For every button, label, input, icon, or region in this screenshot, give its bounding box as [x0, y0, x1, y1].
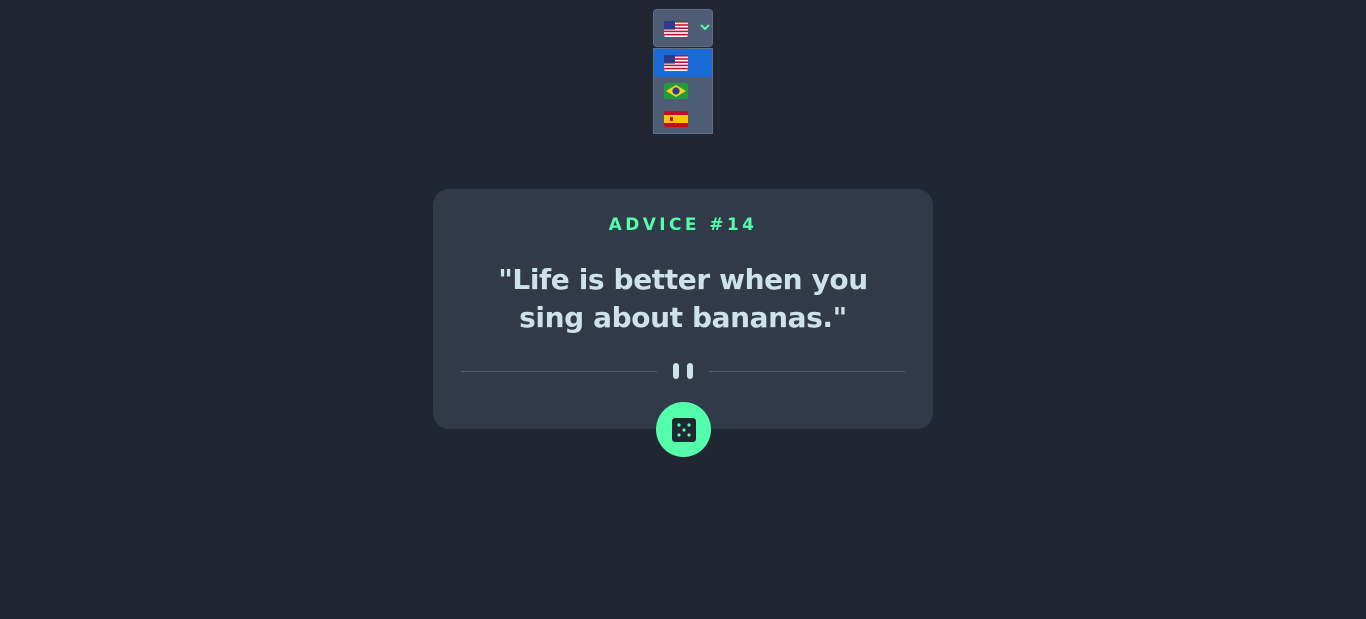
page: ADVICE #14 "Life is better when you sing… [0, 0, 1366, 619]
language-option-pt-br[interactable] [654, 77, 712, 105]
us-flag-icon [664, 55, 688, 71]
dice-icon [671, 417, 696, 442]
advice-card: ADVICE #14 "Life is better when you sing… [433, 189, 933, 429]
divider-line-right [709, 371, 905, 372]
advice-quote: "Life is better when you sing about bana… [498, 263, 868, 334]
divider-line-left [461, 371, 657, 372]
language-dropdown-menu [653, 48, 713, 134]
language-option-es-es[interactable] [654, 105, 712, 133]
new-advice-dice-button[interactable] [656, 402, 711, 457]
spain-flag-icon [664, 111, 688, 127]
us-flag-icon [664, 21, 688, 37]
language-select[interactable] [653, 9, 713, 47]
language-option-en-us[interactable] [654, 49, 712, 77]
pause-icon [673, 363, 693, 379]
chevron-down-icon [700, 24, 710, 31]
brazil-flag-icon [664, 83, 688, 99]
advice-id-label: ADVICE #14 [608, 215, 758, 235]
